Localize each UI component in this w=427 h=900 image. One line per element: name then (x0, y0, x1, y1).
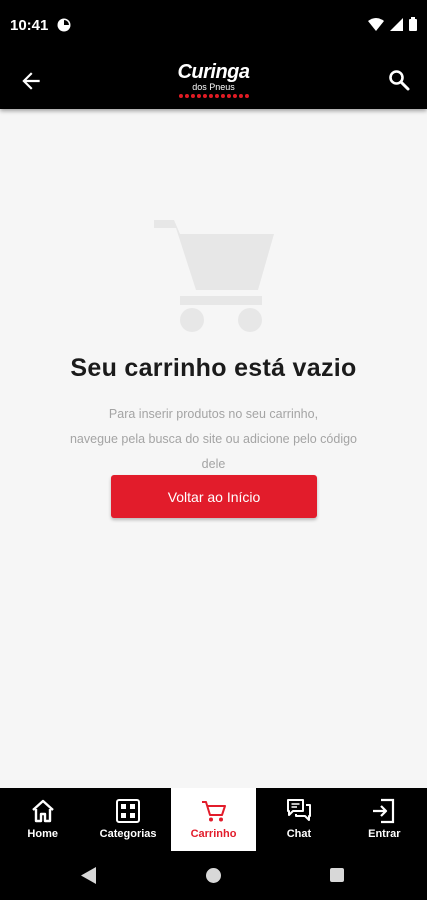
login-icon (373, 798, 395, 824)
nav-item-home[interactable]: Home (0, 788, 85, 851)
logo-subtitle: dos Pneus (192, 82, 235, 92)
chat-icon (286, 799, 311, 821)
nav-item-categories[interactable]: Categorias (85, 788, 170, 851)
empty-cart-description: Para inserir produtos no seu carrinho, n… (40, 402, 387, 477)
empty-cart-icon (154, 214, 274, 341)
home-icon (31, 799, 54, 823)
nav-item-login[interactable]: Entrar (342, 788, 427, 851)
logo-title: Curinga (177, 61, 250, 83)
search-icon (389, 70, 410, 91)
status-time: 10:41 (10, 17, 49, 34)
app-header: Curinga dos Pneus (0, 52, 427, 109)
cart-icon (201, 801, 226, 822)
nav-item-chat[interactable]: Chat (256, 788, 341, 851)
nav-item-cart[interactable]: Carrinho (170, 788, 257, 851)
back-to-home-button[interactable]: Voltar ao Início (111, 475, 317, 518)
back-button[interactable] (18, 68, 44, 94)
brand-logo[interactable]: Curinga dos Pneus (177, 61, 250, 98)
nav-label-chat: Chat (286, 828, 312, 840)
bottom-nav: Home Categorias Carrinho Chat Entrar (0, 788, 427, 851)
categories-icon (116, 799, 141, 823)
nav-label-cart: Carrinho (190, 828, 237, 840)
system-nav-bar (0, 851, 427, 900)
empty-cart-title: Seu carrinho está vazio (70, 354, 357, 382)
logo-dots (177, 94, 249, 98)
system-home-icon[interactable] (206, 868, 221, 883)
wifi-icon (368, 17, 384, 36)
description-line-2: navegue pela busca do site ou adicione p… (69, 432, 358, 446)
nav-label-login: Entrar (368, 828, 401, 840)
arrow-left-icon (22, 72, 40, 90)
system-recents-icon[interactable] (330, 868, 344, 882)
nav-label-categories: Categorias (99, 828, 157, 840)
signal-icon (390, 17, 403, 36)
status-bar: 10:41 (0, 0, 427, 52)
app-notification-icon (57, 18, 71, 37)
status-icons (368, 17, 417, 36)
description-line-3: dele (201, 457, 226, 471)
search-button[interactable] (387, 68, 413, 94)
system-back-icon[interactable] (81, 867, 97, 889)
description-line-1: Para inserir produtos no seu carrinho, (108, 407, 319, 421)
nav-label-home: Home (27, 828, 58, 840)
battery-icon (409, 17, 417, 36)
